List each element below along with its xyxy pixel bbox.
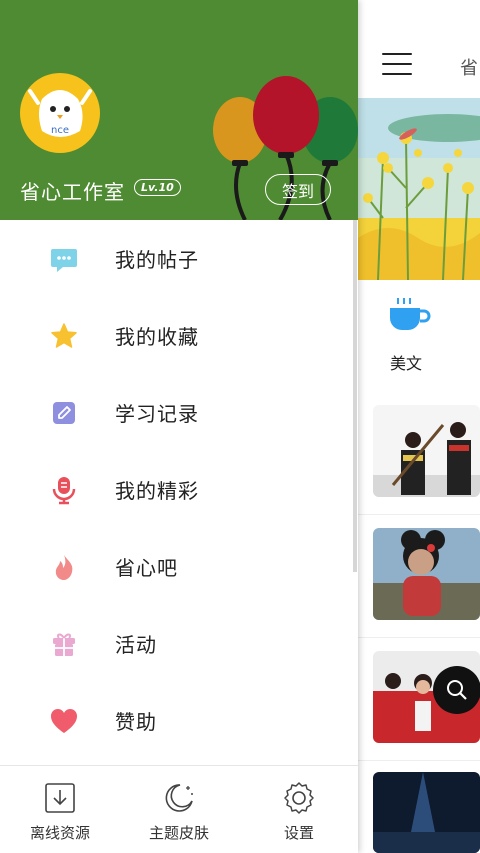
theme-label: 主题皮肤	[148, 824, 209, 842]
menu-label: 我的精彩	[115, 479, 199, 503]
offline-resources-button[interactable]: 离线资源	[0, 766, 120, 853]
drawer-menu: 我的帖子 我的收藏 学习记录 我的精彩 省心吧 活动 赞助	[0, 220, 358, 759]
username: 省心工作室	[20, 180, 125, 204]
avatar[interactable]: nce	[20, 73, 100, 153]
profile-header: nce 省心工作室 Lv.10 签到	[0, 0, 358, 220]
gift-icon	[49, 629, 79, 659]
menu-label: 我的收藏	[115, 325, 199, 349]
theme-skin-button[interactable]: 主题皮肤	[119, 766, 239, 853]
settings-label: 设置	[283, 824, 314, 842]
level-badge: Lv.10	[134, 179, 181, 196]
menu-item-my-posts[interactable]: 我的帖子	[0, 220, 358, 297]
menu-label: 我的帖子	[115, 248, 199, 272]
menu-icon[interactable]	[382, 53, 412, 75]
menu-item-activities[interactable]: 活动	[0, 605, 358, 682]
menu-item-favorites[interactable]: 我的收藏	[0, 297, 358, 374]
cup-icon	[390, 298, 431, 330]
moon-icon	[165, 784, 193, 812]
menu-label: 省心吧	[115, 556, 178, 580]
chat-bubble-icon	[49, 244, 79, 274]
search-button[interactable]	[433, 666, 480, 714]
main-header: 省	[358, 0, 480, 98]
settings-button[interactable]: 设置	[239, 766, 359, 853]
scrollbar[interactable]	[353, 220, 357, 572]
menu-label: 活动	[115, 633, 157, 657]
download-icon	[45, 783, 75, 813]
category-meiwen[interactable]	[376, 296, 476, 338]
svg-text:nce: nce	[51, 125, 69, 136]
category-label: 美文	[390, 354, 423, 373]
star-icon	[49, 321, 79, 351]
main-title: 省	[460, 58, 478, 79]
heart-icon	[49, 706, 79, 736]
offline-label: 离线资源	[29, 824, 90, 842]
banner-image[interactable]	[358, 98, 480, 280]
menu-item-sponsor[interactable]: 赞助	[0, 682, 358, 759]
navigation-drawer: nce 省心工作室 Lv.10 签到 我的帖子 我的收藏 学习记录 我的精彩 省…	[0, 0, 358, 853]
edit-note-icon	[49, 398, 79, 428]
main-page: 省 美文	[358, 0, 480, 853]
flame-icon	[49, 552, 79, 582]
article-thumbnail[interactable]	[373, 405, 480, 497]
search-icon	[447, 680, 467, 700]
article-thumbnail[interactable]	[373, 772, 480, 853]
menu-label: 赞助	[115, 710, 157, 734]
menu-label: 学习记录	[115, 402, 199, 426]
article-thumbnail[interactable]	[373, 528, 480, 620]
drawer-bottom-bar: 离线资源 主题皮肤 设置	[0, 765, 358, 853]
microphone-icon	[49, 475, 79, 505]
checkin-button[interactable]: 签到	[265, 174, 331, 205]
menu-item-highlights[interactable]: 我的精彩	[0, 451, 358, 528]
gear-icon	[284, 782, 314, 814]
menu-item-study-record[interactable]: 学习记录	[0, 374, 358, 451]
menu-item-forum[interactable]: 省心吧	[0, 528, 358, 605]
